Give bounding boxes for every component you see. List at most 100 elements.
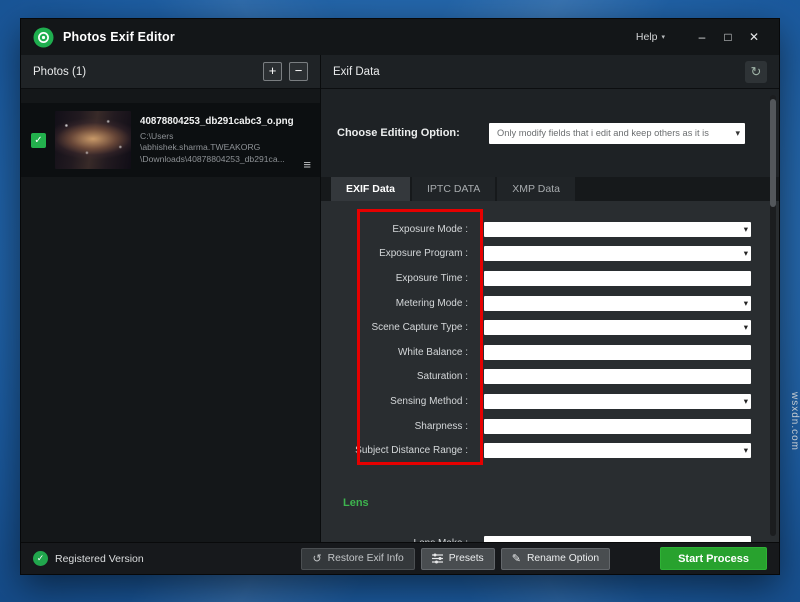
photo-list: ✓ 40878804253_db291cabc3_o.png C:\Users … [21,89,320,542]
field-label: White Balance : [331,347,468,358]
statusbar-buttons: ↺ Restore Exif Info [301,547,767,570]
check-icon: ✓ [31,133,46,148]
presets-icon [432,553,443,564]
field-label: Sharpness : [331,421,468,432]
photo-meta: 40878804253_db291cabc3_o.png C:\Users \a… [140,115,310,166]
field-label: Subject Distance Range : [331,445,468,456]
exif-panel: Exif Data ↻ Choose Editing Option: Only … [321,55,779,542]
button-label: Restore Exif Info [328,553,404,564]
field-input[interactable]: ▾ [484,419,751,434]
photos-panel-header: Photos (1) + − [21,55,320,89]
scrollbar[interactable] [770,95,776,536]
exif-panel-header: Exif Data ↻ [321,55,779,89]
field-input[interactable]: ▾ [484,296,751,311]
dropdown-arrow-icon: ▾ [744,246,748,261]
exif-field-row: Exposure Program : ▾ [321,242,779,267]
field-label: Lens Make : [331,538,468,542]
button-label: Start Process [678,553,749,565]
maximize-button[interactable]: □ [715,19,741,55]
field-input[interactable] [484,536,751,542]
exif-content: Choose Editing Option: Only modify field… [321,89,779,542]
refresh-icon[interactable]: ↻ [745,61,767,83]
exif-tabs: EXIF Data IPTC DATA XMP Data [321,177,779,201]
exif-form-area: Exposure Mode : ▾ Exposure Program : [321,201,779,542]
field-label: Saturation : [331,371,468,382]
exif-field-row: Exposure Mode : ▾ [321,217,779,242]
rename-option-button[interactable]: ✎ Rename Option [501,548,610,570]
dropdown-arrow-icon: ▾ [744,394,748,409]
lens-section-header: Lens [343,497,369,509]
field-input[interactable]: ▾ [484,369,751,384]
editing-option-select[interactable]: Only modify fields that i edit and keep … [489,123,745,144]
dropdown-arrow-icon: ▾ [744,296,748,311]
close-button[interactable]: ✕ [741,19,767,55]
button-label: Rename Option [527,553,599,564]
add-photo-button[interactable]: + [263,62,282,81]
editing-option-label: Choose Editing Option: [337,127,489,139]
field-input[interactable]: ▾ [484,246,751,261]
photos-panel: Photos (1) + − ✓ 40878804253_db291cabc3_… [21,55,321,542]
field-input[interactable]: ▾ [484,271,751,286]
registered-check-icon: ✓ [33,551,48,566]
photo-checkbox[interactable]: ✓ [31,133,46,148]
field-label: Exposure Program : [331,248,468,259]
exif-fields: Exposure Mode : ▾ Exposure Program : [321,201,779,463]
main-area: Photos (1) + − ✓ 40878804253_db291cabc3_… [21,55,779,542]
watermark: wsxdn.com [789,392,800,451]
editing-option-row: Choose Editing Option: Only modify field… [321,89,779,177]
titlebar: Photos Exif Editor Help ▾ – □ ✕ [21,19,779,55]
field-label: Sensing Method : [331,396,468,407]
exif-field-row: Metering Mode : ▾ [321,291,779,316]
photo-thumbnail [55,111,131,169]
photos-panel-title: Photos (1) [33,66,86,78]
dropdown-arrow-icon: ▾ [735,123,740,144]
registered-version: ✓ Registered Version [33,551,144,566]
item-menu-icon[interactable]: ≡ [303,157,311,172]
restore-exif-button[interactable]: ↺ Restore Exif Info [301,548,414,570]
photo-list-item[interactable]: ✓ 40878804253_db291cabc3_o.png C:\Users … [21,103,320,177]
restore-icon: ↺ [312,552,321,565]
tab[interactable]: EXIF Data [331,177,410,201]
photo-path-line: C:\Users [140,131,310,143]
desktop-background: wsxdn.com Photos Exif Editor Help ▾ – □ … [0,0,800,602]
chevron-down-icon: ▾ [661,33,665,41]
exif-field-row: Exposure Time : ▾ [321,266,779,291]
dropdown-arrow-icon: ▾ [744,222,748,237]
dropdown-arrow-icon: ▾ [744,320,748,335]
start-process-button[interactable]: Start Process [660,547,767,570]
field-label: Exposure Time : [331,273,468,284]
scrollbar-thumb[interactable] [770,99,776,207]
exif-field-row: White Balance : ▾ [321,340,779,365]
help-menu[interactable]: Help ▾ [636,31,665,43]
button-label: Presets [449,553,484,564]
photos-panel-actions: + − [263,62,308,81]
exif-panel-title: Exif Data [333,66,380,78]
field-label: Scene Capture Type : [331,322,468,333]
field-input[interactable]: ▾ [484,345,751,360]
rename-icon: ✎ [512,552,521,565]
field-label: Metering Mode : [331,298,468,309]
minimize-button[interactable]: – [689,19,715,55]
field-label: Exposure Mode : [331,224,468,235]
field-input[interactable]: ▾ [484,222,751,237]
app-logo-icon [33,27,54,48]
registered-label: Registered Version [55,553,144,565]
photo-filename: 40878804253_db291cabc3_o.png [140,116,310,127]
exif-field-row: Sharpness : ▾ [321,414,779,439]
field-input[interactable]: ▾ [484,443,751,458]
field-input[interactable]: ▾ [484,394,751,409]
field-input[interactable]: ▾ [484,320,751,335]
exif-field-row: Saturation : ▾ [321,365,779,390]
exif-field-row: Subject Distance Range : ▾ [321,438,779,463]
remove-photo-button[interactable]: − [289,62,308,81]
presets-button[interactable]: Presets [421,548,495,570]
app-title: Photos Exif Editor [63,30,175,44]
lens-make-row: Lens Make : [321,531,779,542]
photo-path-line: \Downloads\40878804253_db291ca... [140,154,310,166]
tab[interactable]: IPTC DATA [412,177,495,201]
statusbar: ✓ Registered Version ↺ Restore Exif Info [21,542,779,574]
tab[interactable]: XMP Data [497,177,575,201]
editing-option-value: Only modify fields that i edit and keep … [497,128,709,138]
exif-field-row: Sensing Method : ▾ [321,389,779,414]
app-window: Photos Exif Editor Help ▾ – □ ✕ Photos (… [20,18,780,575]
